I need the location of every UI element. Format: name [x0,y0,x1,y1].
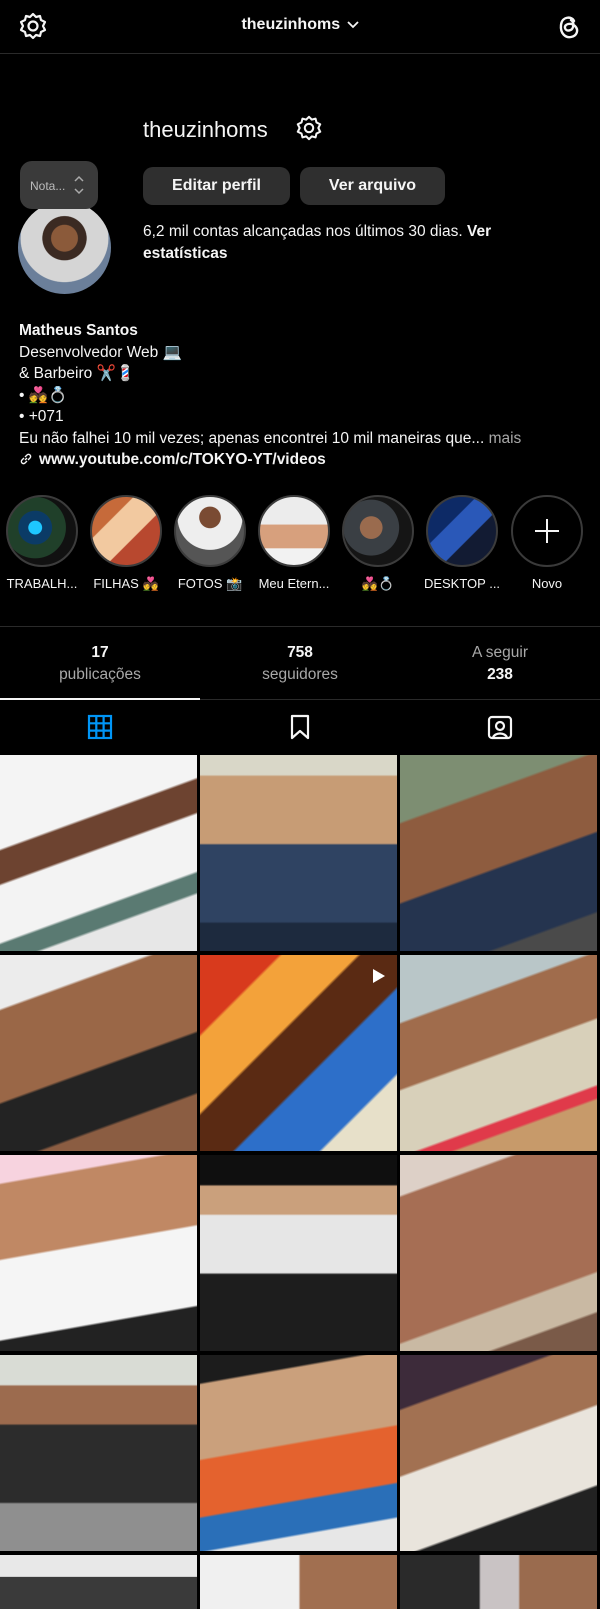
post-thumbnail[interactable] [0,755,197,951]
highlight-label: 💑💍 [361,576,395,591]
website-link[interactable]: www.youtube.com/c/TOKYO-YT/videos [39,451,326,468]
highlight-item[interactable]: Meu Etern... [252,495,336,591]
grid-icon[interactable] [86,713,114,741]
new-highlight-button[interactable]: Novo [505,495,589,591]
active-tab-indicator [0,698,200,700]
options-icon[interactable] [295,114,323,142]
highlight-item[interactable]: FOTOS 📸 [168,495,252,592]
post-thumbnail[interactable] [200,1355,397,1551]
highlight-cover [90,495,162,567]
view-archive-button[interactable]: Ver arquivo [300,167,445,205]
top-bar: theuzinhoms [0,0,600,54]
following-number: 238 [487,666,513,683]
top-username: theuzinhoms [241,16,341,33]
plus-icon [535,519,559,543]
more-link[interactable]: mais [489,430,522,447]
bio-quote: Eu não falhei 10 mil vezes; apenas encon… [19,429,485,447]
post-thumbnail[interactable] [200,1155,397,1351]
highlight-label: FOTOS 📸 [177,576,243,591]
bio-link-row[interactable]: www.youtube.com/c/TOKYO-YT/videos [19,449,589,471]
highlight-cover [342,495,414,567]
followers-count[interactable]: 758 seguidores [200,642,400,686]
post-thumbnail[interactable] [400,955,597,1151]
highlight-label: FILHAS 💑 [93,576,159,591]
followers-label: seguidores [262,666,338,683]
post-thumbnail[interactable] [0,1155,197,1351]
avatar[interactable] [18,201,111,294]
posts-number: 17 [91,644,109,661]
post-thumbnail[interactable] [0,955,197,1151]
highlight-item[interactable]: TRABALH... [0,495,84,591]
highlight-label: DESKTOP ... [423,576,501,591]
post-thumbnail[interactable] [400,1355,597,1551]
chevron-down-icon [346,21,359,29]
bio-line: • +071 [19,408,64,425]
followers-number: 758 [287,644,313,661]
new-highlight-circle [511,495,583,567]
divider [0,626,600,627]
highlight-item[interactable]: DESKTOP ... [420,495,504,591]
highlight-cover [426,495,498,567]
posts-count: 17 publicações [0,642,200,686]
post-thumbnail[interactable] [200,1555,397,1609]
link-icon [20,453,32,465]
post-thumbnail[interactable] [0,1355,197,1551]
tagged-icon[interactable] [486,713,514,741]
saved-icon[interactable] [286,713,314,741]
highlight-item[interactable]: FILHAS 💑 [84,495,168,592]
following-label: A seguir [471,644,528,661]
post-thumbnail[interactable] [200,955,397,1151]
highlight-cover [6,495,78,567]
reach-text: 6,2 mil contas alcançadas nos últimos 30… [143,223,463,240]
highlight-label: Novo [531,576,563,591]
highlight-label: Meu Etern... [258,576,330,591]
bio-line: Eu não falhei 10 mil vezes; apenas encon… [19,428,589,450]
highlight-label: TRABALH... [6,576,78,591]
post-thumbnail[interactable] [0,1555,197,1609]
highlight-cover [258,495,330,567]
note-input[interactable]: Nota... [30,179,65,193]
stepper-icon [74,175,84,195]
full-name: Matheus Santos [19,322,138,339]
reel-icon [373,969,385,983]
post-thumbnail[interactable] [400,755,597,951]
bio-line: Desenvolvedor Web 💻 [19,343,182,361]
account-switcher[interactable]: theuzinhoms [0,16,600,34]
post-thumbnail[interactable] [400,1155,597,1351]
edit-profile-button[interactable]: Editar perfil [143,167,290,205]
bio: Matheus Santos Desenvolvedor Web 💻 & Bar… [19,320,589,471]
threads-icon[interactable] [552,10,584,42]
posts-label: publicações [59,666,141,683]
post-thumbnail[interactable] [200,755,397,951]
following-count[interactable]: A seguir 238 [400,642,600,686]
bio-line: & Barbeiro ✂️💈 [19,365,136,382]
bio-line: • 💑💍 [19,386,68,404]
post-thumbnail[interactable] [400,1555,597,1609]
reach-summary: 6,2 mil contas alcançadas nos últimos 30… [143,221,563,265]
profile-username: theuzinhoms [143,117,268,142]
highlight-item[interactable]: 💑💍 [336,495,420,592]
highlight-cover [174,495,246,567]
